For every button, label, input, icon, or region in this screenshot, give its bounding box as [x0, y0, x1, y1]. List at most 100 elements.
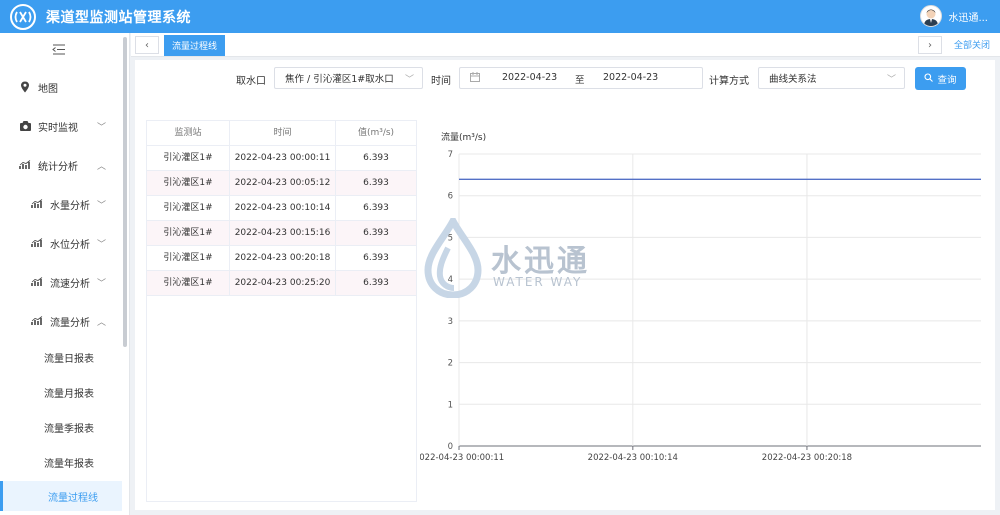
date-separator: 至 [575, 75, 585, 86]
sidebar-item-realtime[interactable]: 实时监视 ﹀ [0, 111, 124, 141]
app-title: 渠道型监测站管理系统 [46, 9, 191, 26]
chart-y-tick-label: 6 [448, 192, 453, 202]
column-header-time[interactable]: 时间 [230, 121, 336, 145]
chart-icon [30, 236, 44, 250]
chart-y-tick-label: 2 [448, 359, 453, 369]
chart-icon [18, 158, 32, 172]
cell-station: 引沁灌区1# [147, 171, 230, 195]
sidebar-item-water-volume[interactable]: 水量分析 ﹀ [0, 189, 124, 219]
chart-y-tick-label: 4 [448, 275, 453, 285]
flow-data-table: 监测站 时间 值(m³/s) 引沁灌区1# 2022-04-23 00:00:1… [146, 120, 417, 502]
cell-value: 6.393 [363, 278, 389, 288]
cell-station: 引沁灌区1# [147, 196, 230, 220]
cell-time: 2022-04-23 00:00:11 [230, 146, 336, 170]
flow-process-chart: 流量(m³/s) 0 1 2 3 4 5 6 7 2022-04-23 00:00:11 2022… [414, 120, 990, 502]
column-header-value[interactable]: 值(m³/s) [336, 121, 416, 145]
map-pin-icon [18, 80, 32, 94]
sidebar-item-flow-yearly[interactable]: 流量年报表 [0, 447, 124, 477]
chart-icon [30, 275, 44, 289]
sidebar-item-label: 实时监视 [38, 122, 78, 134]
chart-y-axis-label: 流量(m³/s) [441, 131, 486, 143]
cell-station: 引沁灌区1# [147, 271, 230, 295]
cell-value: 6.393 [363, 253, 389, 263]
sidebar-item-label: 水位分析 [50, 239, 90, 251]
chevron-down-icon: ﹀ [404, 74, 414, 85]
cell-station: 引沁灌区1# [147, 146, 230, 170]
sidebar-item-flow-daily[interactable]: 流量日报表 [0, 342, 124, 372]
intake-select[interactable]: 焦作 / 引沁灌区1#取水口 ﹀ [274, 67, 423, 89]
table-row[interactable]: 引沁灌区1# 2022-04-23 00:20:18 6.393 [147, 246, 416, 271]
query-button-label: 查询 [937, 74, 957, 86]
sidebar-item-water-level[interactable]: 水位分析 ﹀ [0, 228, 124, 258]
date-range-picker[interactable]: 2022-04-23 至 2022-04-23 [459, 67, 703, 89]
user-menu[interactable]: 水迅通... [920, 5, 988, 27]
tab-scroll-right-button[interactable]: › [918, 36, 942, 54]
chevron-down-icon: ﹀ [96, 278, 106, 289]
chart-y-tick-label: 3 [448, 317, 453, 327]
cell-value: 6.393 [363, 203, 389, 213]
method-label: 计算方式 [709, 76, 749, 87]
sidebar-item-label: 统计分析 [38, 161, 78, 173]
sidebar-item-label: 流量过程线 [48, 492, 98, 504]
table-row[interactable]: 引沁灌区1# 2022-04-23 00:25:20 6.393 [147, 271, 416, 296]
intake-select-value: 焦作 / 引沁灌区1#取水口 [285, 74, 394, 85]
calendar-icon [470, 72, 480, 85]
chart-y-tick-label: 0 [448, 442, 453, 452]
sidebar-item-flow-quarterly[interactable]: 流量季报表 [0, 412, 124, 442]
sidebar-item-flow-analysis[interactable]: 流量分析 ︿ [0, 306, 124, 336]
sidebar-item-label: 流速分析 [50, 278, 90, 290]
column-header-station[interactable]: 监测站 [147, 121, 230, 145]
table-row[interactable]: 引沁灌区1# 2022-04-23 00:00:11 6.393 [147, 146, 416, 171]
chart-x-tick-label: 2022-04-23 00:10:14 [588, 453, 678, 463]
sidebar-item-label: 流量季报表 [44, 423, 94, 435]
cell-time: 2022-04-23 00:25:20 [230, 271, 336, 295]
app-header: 渠道型监测站管理系统 水迅通... [0, 0, 1000, 33]
user-name[interactable]: 水迅通... [948, 9, 988, 24]
intake-label: 取水口 [236, 76, 266, 87]
sidebar-item-label: 地图 [38, 83, 58, 95]
cell-value: 6.393 [363, 228, 389, 238]
end-date-input[interactable]: 2022-04-23 [603, 72, 658, 83]
cell-value: 6.393 [363, 178, 389, 188]
table-row[interactable]: 引沁灌区1# 2022-04-23 00:15:16 6.393 [147, 221, 416, 246]
chart-x-tick-label: 2022-04-23 00:20:18 [762, 453, 852, 463]
cell-time: 2022-04-23 00:05:12 [230, 171, 336, 195]
collapse-menu-icon[interactable] [52, 43, 66, 55]
close-all-tabs-button[interactable]: 全部关闭 [954, 38, 990, 51]
sidebar-item-velocity[interactable]: 流速分析 ﹀ [0, 267, 124, 297]
main-panel: 取水口 焦作 / 引沁灌区1#取水口 ﹀ 时间 2022-04-23 至 202… [135, 60, 995, 510]
chevron-down-icon: ﹀ [96, 200, 106, 211]
chevron-right-icon: › [928, 39, 932, 51]
logo-icon [10, 3, 36, 30]
chart-x-tick-label: 2022-04-23 00:00:11 [420, 453, 504, 463]
query-button[interactable]: 查询 [915, 67, 966, 90]
method-select[interactable]: 曲线关系法 ﹀ [758, 67, 905, 89]
sidebar-item-statistics[interactable]: 统计分析 ︿ [0, 150, 124, 180]
chevron-down-icon: ﹀ [96, 122, 106, 133]
sidebar: 地图 实时监视 ﹀ 统计分析 ︿ 水量分析 ﹀ 水位分析 ﹀ 流速分析 ﹀ 流量… [0, 33, 130, 515]
table-row[interactable]: 引沁灌区1# 2022-04-23 00:10:14 6.393 [147, 196, 416, 221]
table-header-row: 监测站 时间 值(m³/s) [147, 121, 416, 146]
sidebar-item-label: 流量年报表 [44, 458, 94, 470]
avatar[interactable] [920, 5, 943, 27]
table-row[interactable]: 引沁灌区1# 2022-04-23 00:05:12 6.393 [147, 171, 416, 196]
sidebar-item-label: 流量日报表 [44, 353, 94, 365]
tab-scroll-left-button[interactable]: ‹ [135, 36, 159, 54]
sidebar-item-label: 流量月报表 [44, 388, 94, 400]
chevron-up-icon: ︿ [96, 317, 106, 328]
sidebar-item-map[interactable]: 地图 [0, 72, 124, 102]
chart-ticks: 0 1 2 3 4 5 6 7 2022-04-23 00:00:11 2022-04-23 00… [414, 150, 852, 463]
monitor-icon [18, 119, 32, 133]
cell-time: 2022-04-23 00:10:14 [230, 196, 336, 220]
tab-flow-process[interactable]: 流量过程线 [164, 35, 226, 56]
cell-station: 引沁灌区1# [147, 246, 230, 270]
chart-y-tick-label: 1 [448, 400, 453, 410]
cell-station: 引沁灌区1# [147, 221, 230, 245]
chart-grid [458, 153, 981, 447]
chevron-left-icon: ‹ [145, 39, 149, 51]
sidebar-item-flow-monthly[interactable]: 流量月报表 [0, 377, 124, 407]
time-label: 时间 [431, 76, 451, 87]
sidebar-item-label: 水量分析 [50, 200, 90, 212]
sidebar-item-flow-process[interactable]: 流量过程线 [0, 481, 122, 511]
start-date-input[interactable]: 2022-04-23 [502, 72, 557, 83]
